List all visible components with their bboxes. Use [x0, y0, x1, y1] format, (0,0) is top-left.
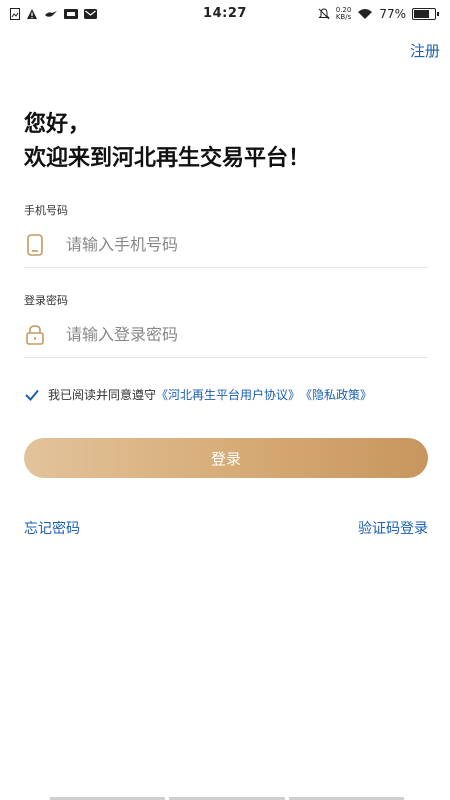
- battery-fill: [414, 10, 429, 18]
- password-label: 登录密码: [24, 294, 68, 307]
- phone-input[interactable]: [66, 235, 366, 254]
- checkmark-icon: [25, 389, 39, 401]
- mute-icon: [318, 8, 330, 20]
- user-agreement-link[interactable]: 《河北再生平台用户协议》: [156, 386, 300, 403]
- agreement-text: 我已阅读并同意遵守: [48, 388, 157, 402]
- login-screen: 14:27 0.20 KB/s 77% 注册 您好， 欢迎来到河北再生交易平台！…: [0, 0, 450, 800]
- register-link[interactable]: 注册: [410, 40, 440, 61]
- greeting-line-2: 欢迎来到河北再生交易平台！: [24, 146, 311, 171]
- password-field: [24, 312, 428, 358]
- sms-login-link[interactable]: 验证码登录: [358, 518, 428, 538]
- wifi-icon: [358, 9, 373, 19]
- password-input[interactable]: [66, 325, 366, 344]
- greeting-line-1: 您好，: [24, 112, 91, 137]
- phone-icon: [24, 233, 46, 256]
- network-speed: 0.20 KB/s: [336, 7, 352, 21]
- agreement-row: 我已阅读并同意遵守 《河北再生平台用户协议》 《隐私政策》: [24, 386, 372, 403]
- network-speed-unit: KB/s: [335, 13, 352, 21]
- battery-percent: 77%: [379, 7, 406, 21]
- phone-field: [24, 222, 428, 268]
- status-bar: 14:27 0.20 KB/s 77%: [0, 0, 450, 30]
- greeting: 您好， 欢迎来到河北再生交易平台！: [24, 108, 310, 176]
- login-button[interactable]: 登录: [24, 438, 428, 478]
- system-icons: 0.20 KB/s 77%: [318, 7, 439, 21]
- phone-label: 手机号码: [24, 204, 68, 217]
- battery-icon: [412, 8, 439, 20]
- agreement-checkbox[interactable]: [24, 387, 40, 403]
- lock-icon: [24, 324, 46, 346]
- privacy-policy-link[interactable]: 《隐私政策》: [300, 386, 372, 403]
- forgot-password-link[interactable]: 忘记密码: [24, 518, 80, 538]
